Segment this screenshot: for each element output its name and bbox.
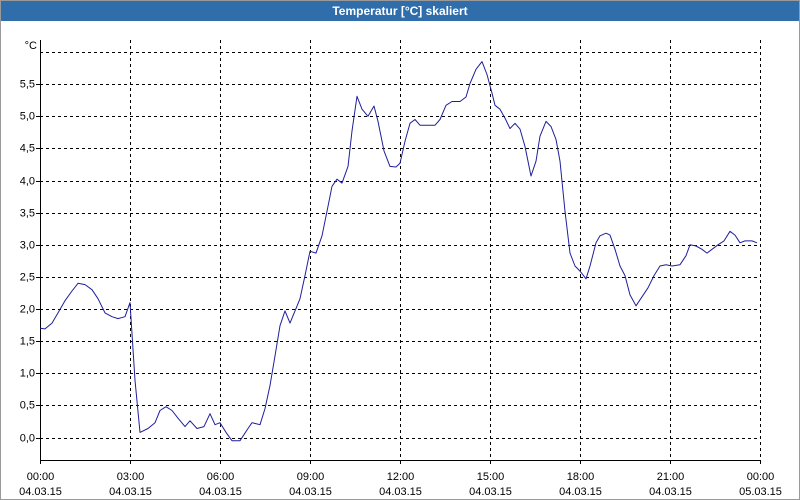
x-tick-date-label: 04.03.15: [19, 486, 62, 498]
x-tick-time-label: 00:00: [27, 471, 55, 483]
y-tick-label: 3,0: [20, 239, 35, 251]
x-tick-time-label: 12:00: [387, 471, 415, 483]
y-tick-label: 1,0: [20, 367, 35, 379]
x-tick-time-label: 00:00: [747, 471, 775, 483]
y-tick-label: 4,0: [20, 175, 35, 187]
y-tick-label: 2,5: [20, 271, 35, 283]
x-tick-date-label: 04.03.15: [379, 486, 422, 498]
x-tick-date-label: 04.03.15: [559, 486, 602, 498]
x-tick-date-label: 04.03.15: [469, 486, 512, 498]
x-tick-date-label: 04.03.15: [649, 486, 692, 498]
x-tick-time-label: 21:00: [657, 471, 685, 483]
y-tick-label: 2,0: [20, 303, 35, 315]
y-tick-label: 4,5: [20, 142, 35, 154]
x-tick-time-label: 15:00: [477, 471, 505, 483]
x-tick-time-label: 09:00: [297, 471, 325, 483]
y-tick-label: 3,5: [20, 207, 35, 219]
x-tick-date-label: 04.03.15: [109, 486, 152, 498]
chart-window: Temperatur [°C] skaliert 0,0 0,5 1,0 1,5 2,0…: [0, 0, 800, 500]
x-tick-date-label: 04.03.15: [289, 486, 332, 498]
x-tick-time-label: 03:00: [117, 471, 145, 483]
y-axis-unit-label: °C: [25, 40, 37, 52]
y-tick-label: 0,0: [20, 432, 35, 444]
y-tick-label: 0,5: [20, 399, 35, 411]
x-tick-time-label: 06:00: [207, 471, 235, 483]
y-tick-label: 5,0: [20, 110, 35, 122]
x-tick-date-label: 05.03.15: [739, 486, 782, 498]
x-tick-time-label: 18:00: [567, 471, 595, 483]
y-tick-label: 5,5: [20, 78, 35, 90]
temperature-series-line: [39, 61, 758, 442]
window-title: Temperatur [°C] skaliert: [332, 4, 468, 18]
chart-plot-area: 0,0 0,5 1,0 1,5 2,0 2,5 3,0 3,5 4,0 4,5 5,0 5,5 °C 00…: [19, 40, 782, 498]
x-tick-date-label: 04.03.15: [199, 486, 242, 498]
y-tick-label: 1,5: [20, 335, 35, 347]
window-title-bar[interactable]: Temperatur [°C] skaliert: [1, 1, 799, 21]
